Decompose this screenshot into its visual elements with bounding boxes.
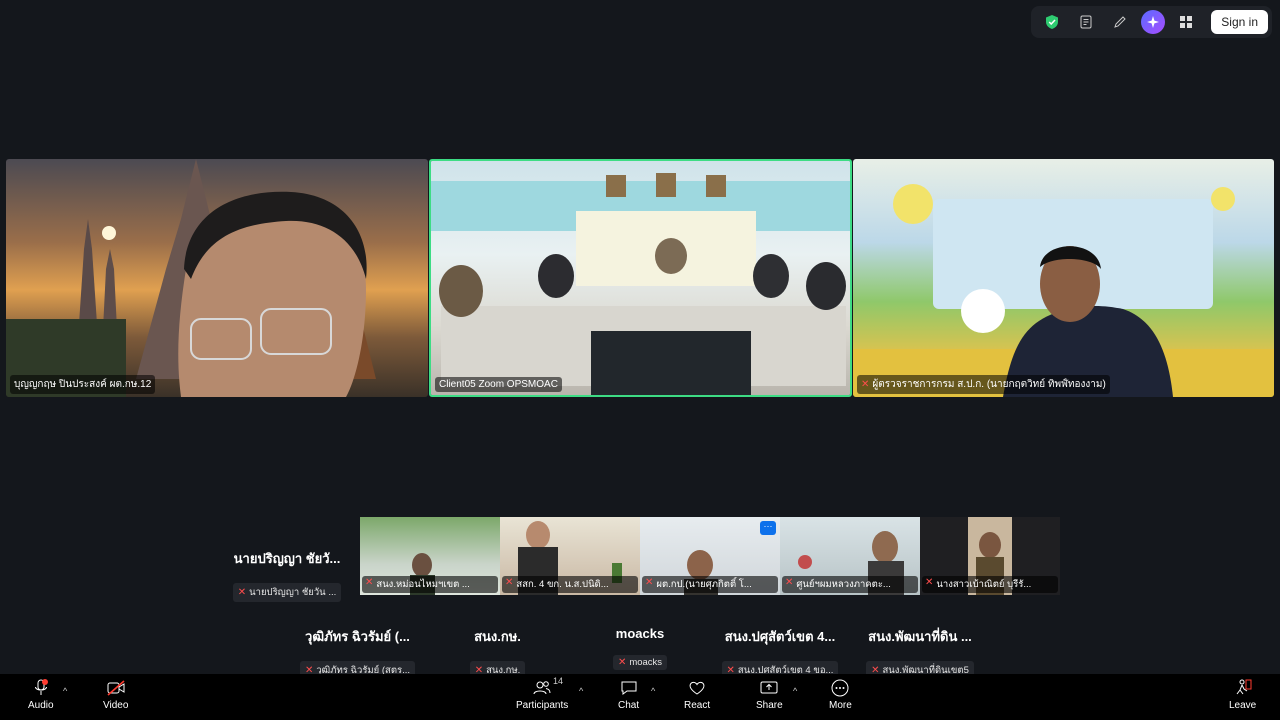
video-tile-2-active-speaker[interactable]: Client05 Zoom OPSMOAC bbox=[429, 159, 852, 397]
participants-icon bbox=[533, 681, 551, 695]
thumb-label: ✕ สนง.หม่อนไหมฯเขต ... bbox=[362, 576, 498, 593]
meeting-controls-bar: Audio ^ Video 14 Participants ^ Chat ^ R… bbox=[0, 674, 1280, 720]
participant-name: สนง.กษ. bbox=[474, 629, 521, 644]
mic-muted-icon: ✕ bbox=[505, 577, 514, 588]
name-only-tile[interactable]: สนง.ปศุสัตว์เขต 4... ✕ สนง.ปศสัตว์เขต 4 ข… bbox=[710, 626, 850, 680]
share-button[interactable]: Share bbox=[756, 678, 783, 711]
share-screen-icon bbox=[760, 681, 778, 694]
video-tile-1[interactable]: บุญญกฤษ ปินประสงค์ ผต.กษ.12 bbox=[6, 159, 428, 397]
camera-off-icon bbox=[107, 680, 125, 696]
react-label: React bbox=[684, 700, 711, 711]
mic-muted-icon: ✕ bbox=[617, 657, 627, 668]
more-icon bbox=[831, 679, 849, 697]
mic-muted-icon: ✕ bbox=[861, 379, 870, 390]
gallery-thumb[interactable]: ✕ นางสาวเบ้าณิตย์ บุรีรั... bbox=[920, 517, 1060, 595]
share-options-caret-icon[interactable]: ^ bbox=[793, 686, 797, 696]
notes-icon[interactable] bbox=[1073, 9, 1099, 35]
leave-label: Leave bbox=[1229, 700, 1257, 711]
video-button[interactable]: Video bbox=[103, 678, 128, 711]
participant-count-badge: 14 bbox=[553, 676, 564, 686]
participant-name: ศูนย์ฯผมหลวงภาคตะ... bbox=[796, 579, 891, 590]
participant-name: ผู้ตรวจราชการกรม ส.ป.ก. (นายกฤตวิทย์ ทิพ… bbox=[872, 379, 1106, 390]
thumb-label: ✕ ศูนย์ฯผมหลวงภาคตะ... bbox=[782, 576, 918, 593]
pen-icon[interactable] bbox=[1107, 9, 1133, 35]
gallery-thumb[interactable]: ✕ ศูนย์ฯผมหลวงภาคตะ... bbox=[780, 517, 920, 595]
participant-name: นายปริญญา ชัยวัน ... bbox=[249, 587, 337, 598]
name-only-tile[interactable]: วุฒิภัทร ฉิวรัมย์ (... ✕ วุฒิภัทร ฉิวรัมย… bbox=[290, 626, 425, 680]
mic-muted-icon: ✕ bbox=[237, 587, 247, 598]
gallery-strip: ✕ สนง.หม่อนไหมฯเขต ... ✕ สสก. 4 ขก. น.ส.ปน… bbox=[360, 517, 1060, 595]
thumb-label: ✕ นางสาวเบ้าณิตย์ บุรีรั... bbox=[922, 576, 1058, 593]
participant-name: moacks bbox=[629, 657, 663, 668]
gallery-thumb[interactable]: ··· ✕ ผต.กป.(นายศุภกิตติ์ โ... bbox=[640, 517, 780, 595]
participant-name: Client05 Zoom OPSMOAC bbox=[439, 379, 558, 390]
audio-button[interactable]: Audio bbox=[28, 678, 54, 711]
video-label: Video bbox=[103, 700, 129, 711]
chat-icon bbox=[621, 681, 637, 695]
more-button[interactable]: More bbox=[829, 678, 852, 711]
event-backdrop-background bbox=[853, 159, 1274, 397]
participant-name: สนง.พัฒนาที่ดิน ... bbox=[868, 629, 972, 644]
mic-muted-icon: ✕ bbox=[645, 577, 654, 588]
sign-in-button[interactable]: Sign in bbox=[1211, 10, 1268, 34]
ai-companion-icon[interactable] bbox=[1141, 10, 1166, 34]
more-label: More bbox=[829, 700, 852, 711]
chat-label: Chat bbox=[618, 700, 640, 711]
name-only-tile[interactable]: สนง.กษ. ✕ สนง.กษ. bbox=[430, 626, 565, 680]
gallery-thumb[interactable]: ✕ สนง.หม่อนไหมฯเขต ... bbox=[360, 517, 500, 595]
chat-options-caret-icon[interactable]: ^ bbox=[651, 686, 655, 696]
audio-label: Audio bbox=[28, 700, 54, 711]
participant-name: สสก. 4 ขก. น.ส.ปนิดิ... bbox=[516, 579, 609, 590]
shield-icon[interactable] bbox=[1039, 9, 1065, 35]
participant-name: นางสาวเบ้าณิตย์ บุรีรั... bbox=[936, 579, 1032, 590]
participant-label: ✕ นายปริญญา ชัยวัน ... bbox=[232, 583, 342, 602]
tile-name-label: Client05 Zoom OPSMOAC bbox=[435, 377, 562, 392]
microphone-muted-icon bbox=[34, 679, 48, 695]
thumb-label: ✕ สสก. 4 ขก. น.ส.ปนิดิ... bbox=[502, 576, 638, 593]
tile-name-label: ✕ ผู้ตรวจราชการกรม ส.ป.ก. (นายกฤตวิทย์ ท… bbox=[857, 375, 1110, 394]
participant-label: ✕ moacks bbox=[612, 655, 668, 670]
more-options-icon[interactable]: ··· bbox=[760, 521, 776, 535]
leave-button[interactable]: Leave bbox=[1229, 678, 1256, 711]
thumb-label: ✕ ผต.กป.(นายศุภกิตติ์ โ... bbox=[642, 576, 778, 593]
participant-name: ผต.กป.(นายศุภกิตติ์ โ... bbox=[656, 579, 752, 590]
mic-muted-icon: ✕ bbox=[365, 577, 374, 588]
heart-icon bbox=[689, 681, 705, 695]
audio-options-caret-icon[interactable]: ^ bbox=[63, 686, 67, 696]
name-only-tile[interactable]: moacks ✕ moacks bbox=[570, 626, 710, 670]
tile-name-label: บุญญกฤษ ปินประสงค์ ผต.กษ.12 bbox=[10, 375, 156, 394]
participant-name: วุฒิภัทร ฉิวรัมย์ (... bbox=[305, 629, 410, 644]
participant-name: moacks bbox=[615, 626, 665, 641]
mic-muted-icon: ✕ bbox=[785, 577, 794, 588]
share-label: Share bbox=[756, 700, 783, 711]
participant-name: บุญญกฤษ ปินประสงค์ ผต.กษ.12 bbox=[14, 379, 152, 390]
leave-icon bbox=[1236, 679, 1252, 695]
react-button[interactable]: React bbox=[684, 678, 710, 711]
chat-button[interactable]: Chat bbox=[618, 678, 639, 711]
video-tile-3[interactable]: ✕ ผู้ตรวจราชการกรม ส.ป.ก. (นายกฤตวิทย์ ท… bbox=[853, 159, 1274, 397]
mic-muted-icon: ✕ bbox=[925, 577, 934, 588]
temple-background bbox=[6, 159, 428, 397]
participant-name: นายปริญญา ชัยวั... bbox=[233, 551, 341, 566]
meeting-room-background bbox=[431, 161, 850, 395]
name-only-tile[interactable]: สนง.พัฒนาที่ดิน ... ✕ สนง.พัฒนาที่ดินเขต5 bbox=[850, 626, 990, 680]
top-toolbar: Sign in bbox=[1031, 6, 1272, 38]
name-only-tile[interactable]: นายปริญญา ชัยวั... ✕ นายปริญญา ชัยวัน ..… bbox=[222, 548, 352, 602]
apps-grid-icon[interactable] bbox=[1173, 9, 1199, 35]
participant-name: สนง.ปศุสัตว์เขต 4... bbox=[724, 629, 836, 644]
participants-options-caret-icon[interactable]: ^ bbox=[579, 686, 583, 696]
participant-name: สนง.หม่อนไหมฯเขต ... bbox=[376, 579, 470, 590]
participants-button[interactable]: 14 Participants bbox=[516, 676, 569, 711]
gallery-thumb[interactable]: ✕ สสก. 4 ขก. น.ส.ปนิดิ... bbox=[500, 517, 640, 595]
participants-label: Participants bbox=[516, 700, 569, 711]
